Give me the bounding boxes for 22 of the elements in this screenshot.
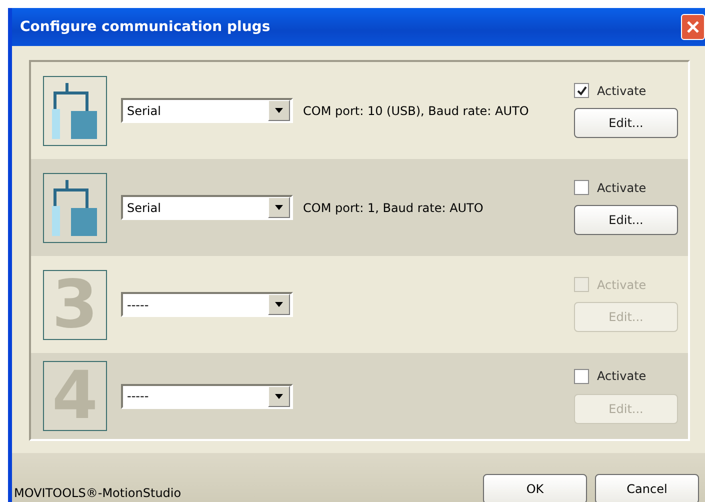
activate-checkbox[interactable]: Activate [574,180,678,196]
status-text: MOVITOOLS®-MotionStudio [14,486,182,502]
edit-button[interactable]: Edit... [574,205,678,236]
dropdown-arrow-icon [275,394,283,399]
dialog-button[interactable]: OK [483,474,587,502]
window-title: Configure communication plugs [20,19,270,36]
dropdown-arrow-icon [275,302,283,308]
activate-checkbox[interactable]: Activate [574,83,678,98]
edit-button[interactable]: Edit... [574,108,678,138]
checkmark-icon [576,86,586,96]
plug-type-dropdown[interactable]: ----- [121,384,293,409]
plug-type-dropdown[interactable]: Serial [121,195,293,220]
plug-type-dropdown[interactable]: ----- [121,292,293,318]
dialog-button[interactable]: Cancel [595,474,699,502]
close-icon [687,21,699,34]
dropdown-arrow-icon [275,108,283,114]
dropdown-arrow-icon [275,205,283,210]
plug-info: COM port: 1, Baud rate: AUTO [303,200,484,215]
activate-checkbox[interactable]: Activate [574,368,678,384]
plug-type-dropdown[interactable]: Serial [121,98,293,124]
plug-info: COM port: 10 (USB), Baud rate: AUTO [303,104,530,118]
close-button[interactable] [681,14,705,40]
